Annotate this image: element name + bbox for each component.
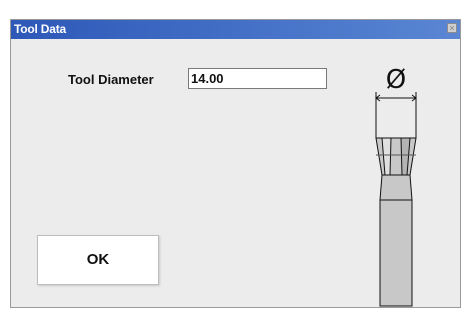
page: Tool Data × Tool Diameter OK Ø [0, 0, 465, 309]
window-title: Tool Data [14, 22, 66, 36]
diameter-symbol: Ø [386, 65, 406, 95]
tool-cutting-head [375, 137, 417, 176]
tool-diameter-input[interactable] [188, 68, 327, 89]
tool-shank [379, 174, 413, 307]
title-bar[interactable]: Tool Data × [11, 20, 460, 39]
tool-diameter-label: Tool Diameter [68, 72, 154, 87]
close-button[interactable]: × [447, 23, 457, 33]
close-icon[interactable]: × [449, 23, 454, 33]
end-mill-tool-icon: Ø [375, 65, 417, 307]
ok-button[interactable]: OK [37, 235, 159, 285]
tool-data-dialog: Tool Data × Tool Diameter OK Ø [10, 19, 461, 308]
dimension-lines [375, 92, 417, 138]
